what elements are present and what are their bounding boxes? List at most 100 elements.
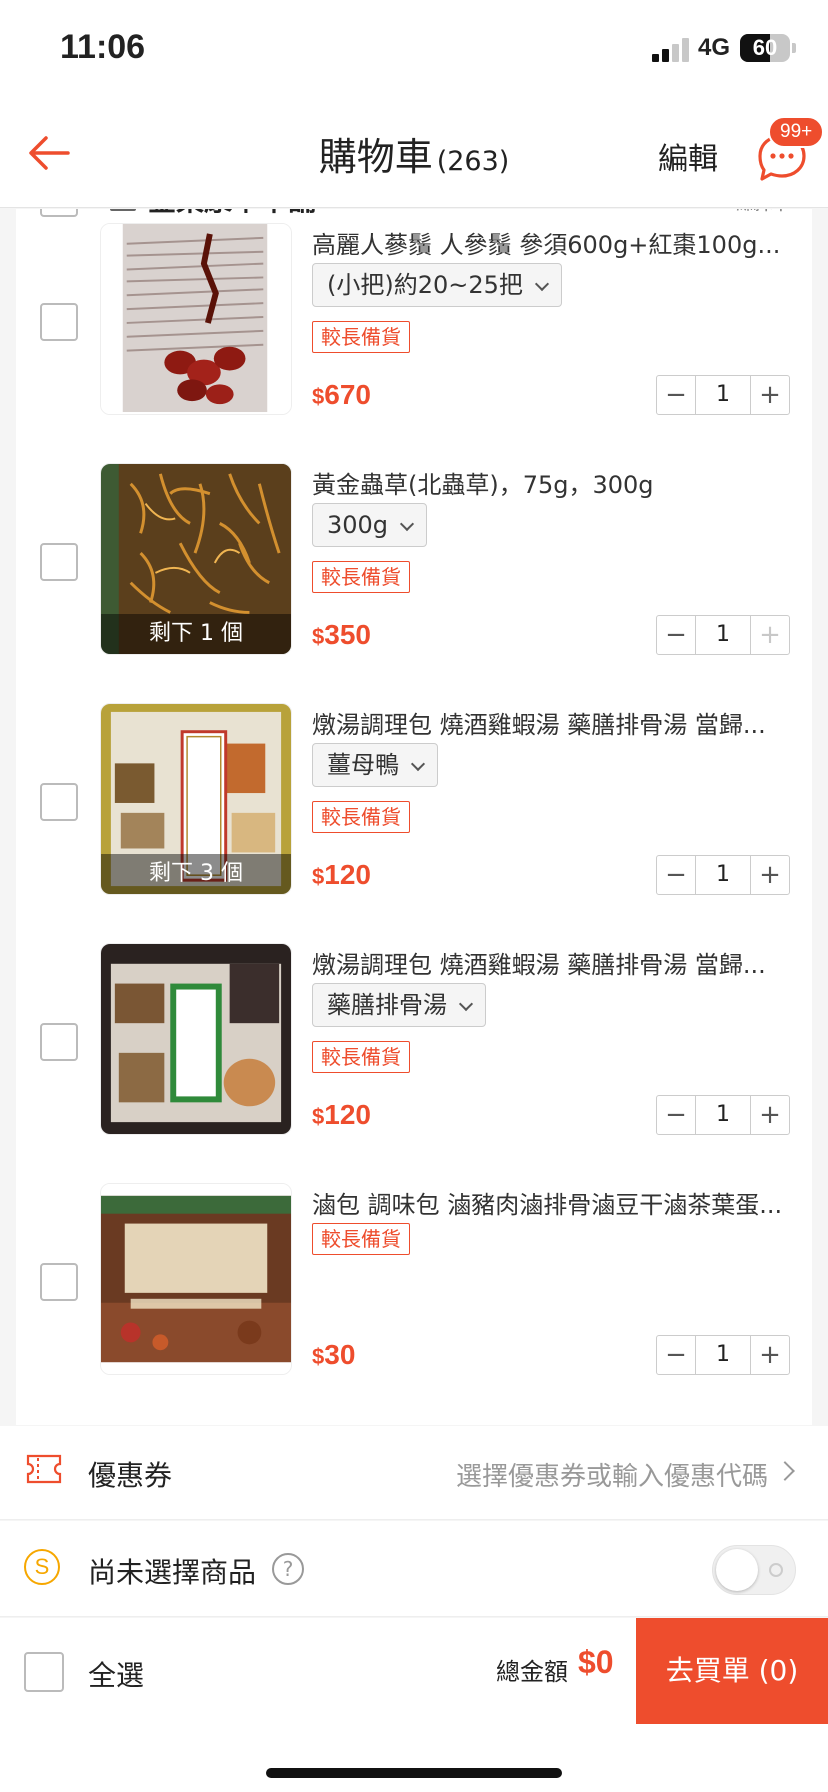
- variant-selector[interactable]: 300g: [312, 503, 428, 547]
- product-thumbnail[interactable]: [100, 943, 292, 1135]
- stock-remaining: 剩下 1 個: [101, 614, 291, 654]
- currency-symbol: $: [312, 864, 325, 889]
- chevron-down-icon: [458, 996, 474, 1012]
- product-thumbnail[interactable]: [100, 1183, 292, 1375]
- variant-selector[interactable]: (小把)約20~25把: [312, 263, 562, 307]
- coins-row: S 尚未選擇商品 ?: [0, 1521, 828, 1617]
- increase-quantity-button[interactable]: +: [751, 856, 789, 894]
- item-checkbox[interactable]: [40, 1263, 78, 1301]
- product-thumbnail[interactable]: [100, 223, 292, 415]
- battery-icon: 60: [740, 34, 790, 62]
- decrease-quantity-button[interactable]: −: [657, 1336, 695, 1374]
- price-value: 670: [324, 379, 371, 410]
- decrease-quantity-button[interactable]: −: [657, 856, 695, 894]
- item-checkbox[interactable]: [40, 543, 78, 581]
- cart-item: 高麗人蔘鬚 人參鬚 參須600g+紅棗100g... (小把)約20~25把 較…: [16, 223, 812, 463]
- quantity-stepper: − 1 +: [656, 375, 790, 415]
- stock-remaining: 剩下 3 個: [101, 854, 291, 894]
- currency-symbol: $: [312, 624, 325, 649]
- currency-symbol: $: [312, 1344, 325, 1369]
- product-name[interactable]: 滷包 調味包 滷豬肉滷排骨滷豆干滷茶葉蛋...: [312, 1185, 798, 1220]
- cart-header: 購物車 (263) 編輯 99+: [0, 100, 828, 208]
- increase-quantity-button[interactable]: +: [751, 1096, 789, 1134]
- shop-edit-button[interactable]: 編輯: [736, 209, 784, 216]
- coupon-label: 優惠券: [88, 1459, 173, 1492]
- cart-page: 11:06 4G 60 購物車 (263) 編輯 99+ 高麗人蔘鬚 人參鬚 參…: [0, 0, 828, 1792]
- toggle-knob: [716, 1549, 758, 1591]
- item-price: $350: [312, 619, 371, 651]
- edit-button[interactable]: 編輯: [658, 134, 718, 178]
- increase-quantity-button[interactable]: +: [751, 376, 789, 414]
- cart-count: (263): [436, 146, 510, 177]
- coupon-hint[interactable]: 選擇優惠券或輸入優惠代碼: [456, 1456, 768, 1493]
- battery-tip: [792, 43, 796, 53]
- chat-badge: 99+: [768, 116, 825, 148]
- select-all-label[interactable]: 全選: [88, 1654, 144, 1694]
- chevron-down-icon: [410, 756, 426, 772]
- item-checkbox[interactable]: [40, 303, 78, 341]
- variant-selector[interactable]: 薑母鴨: [312, 743, 438, 787]
- price-value: 30: [324, 1339, 356, 1370]
- cart-item-list: 金東康草本舖 編輯: [16, 209, 812, 1425]
- price-value: 350: [324, 619, 371, 650]
- decrease-quantity-button[interactable]: −: [657, 1096, 695, 1134]
- home-area: [0, 1724, 828, 1792]
- item-price: $30: [312, 1339, 355, 1371]
- checkout-bar: 全選 總金額 $0 去買單 (0): [0, 1618, 828, 1724]
- status-bar: 11:06 4G 60: [0, 0, 828, 100]
- chevron-right-icon: [775, 1461, 795, 1481]
- item-checkbox[interactable]: [40, 783, 78, 821]
- coupon-row[interactable]: 優惠券 選擇優惠券或輸入優惠代碼: [0, 1426, 828, 1520]
- preorder-tag: 較長備貨: [312, 321, 410, 353]
- quantity-value[interactable]: 1: [695, 376, 751, 414]
- preorder-tag: 較長備貨: [312, 801, 410, 833]
- quantity-stepper: − 1 +: [656, 1095, 790, 1135]
- decrease-quantity-button[interactable]: −: [657, 616, 695, 654]
- toggle-off-indicator: [769, 1563, 783, 1577]
- product-thumbnail[interactable]: 剩下 3 個: [100, 703, 292, 895]
- quantity-stepper: − 1 +: [656, 1335, 790, 1375]
- checkout-button[interactable]: 去買單 (0): [636, 1618, 828, 1724]
- preorder-tag: 較長備貨: [312, 1041, 410, 1073]
- chevron-down-icon: [534, 276, 549, 292]
- product-thumbnail[interactable]: 剩下 1 個: [100, 463, 292, 655]
- decrease-quantity-button[interactable]: −: [657, 376, 695, 414]
- cart-item: 滷包 調味包 滷豬肉滷排骨滷豆干滷茶葉蛋... 較長備貨 $30 − 1 +: [16, 1183, 812, 1423]
- item-price: $120: [312, 859, 371, 891]
- currency-symbol: $: [312, 1104, 325, 1129]
- variant-label: (小把)約20~25把: [327, 271, 523, 299]
- quantity-value[interactable]: 1: [695, 616, 751, 654]
- preorder-tag: 較長備貨: [312, 561, 410, 593]
- network-type: 4G: [698, 34, 731, 61]
- variant-selector[interactable]: 藥膳排骨湯: [312, 983, 486, 1027]
- total-label: 總金額: [496, 1658, 568, 1686]
- coins-toggle[interactable]: [712, 1545, 796, 1595]
- cart-item: 剩下 1 個 黃金蟲草(北蟲草)，75g，300g 300g 較長備貨 $350…: [16, 463, 812, 703]
- total-amount: $0: [578, 1644, 614, 1680]
- increase-quantity-button[interactable]: +: [751, 1336, 789, 1374]
- shop-checkbox[interactable]: [40, 209, 78, 217]
- quantity-value[interactable]: 1: [695, 1336, 751, 1374]
- select-all-checkbox[interactable]: [24, 1652, 64, 1692]
- help-icon[interactable]: ?: [272, 1553, 304, 1585]
- coins-label: 尚未選擇商品: [88, 1556, 257, 1589]
- home-indicator[interactable]: [266, 1768, 562, 1778]
- shop-name[interactable]: 金東康草本舖: [148, 209, 316, 219]
- coin-icon: S: [24, 1549, 60, 1585]
- product-name[interactable]: 黃金蟲草(北蟲草)，75g，300g: [312, 465, 798, 500]
- product-name[interactable]: 燉湯調理包 燒酒雞蝦湯 藥膳排骨湯 當歸...: [312, 705, 798, 740]
- quantity-stepper: − 1 +: [656, 615, 790, 655]
- signal-icon: [652, 38, 692, 62]
- battery-level: 60: [752, 35, 778, 60]
- increase-quantity-button[interactable]: +: [751, 616, 789, 654]
- ticket-icon: [26, 1454, 62, 1484]
- page-title-text: 購物車: [318, 135, 433, 179]
- item-checkbox[interactable]: [40, 1023, 78, 1061]
- variant-label: 薑母鴨: [327, 751, 399, 779]
- cart-item: 剩下 3 個 燉湯調理包 燒酒雞蝦湯 藥膳排骨湯 當歸... 薑母鴨 較長備貨 …: [16, 703, 812, 943]
- quantity-value[interactable]: 1: [695, 1096, 751, 1134]
- cart-item: 燉湯調理包 燒酒雞蝦湯 藥膳排骨湯 當歸... 藥膳排骨湯 較長備貨 $120 …: [16, 943, 812, 1183]
- product-name[interactable]: 燉湯調理包 燒酒雞蝦湯 藥膳排骨湯 當歸...: [312, 945, 798, 980]
- product-name[interactable]: 高麗人蔘鬚 人參鬚 參須600g+紅棗100g...: [312, 225, 798, 260]
- quantity-value[interactable]: 1: [695, 856, 751, 894]
